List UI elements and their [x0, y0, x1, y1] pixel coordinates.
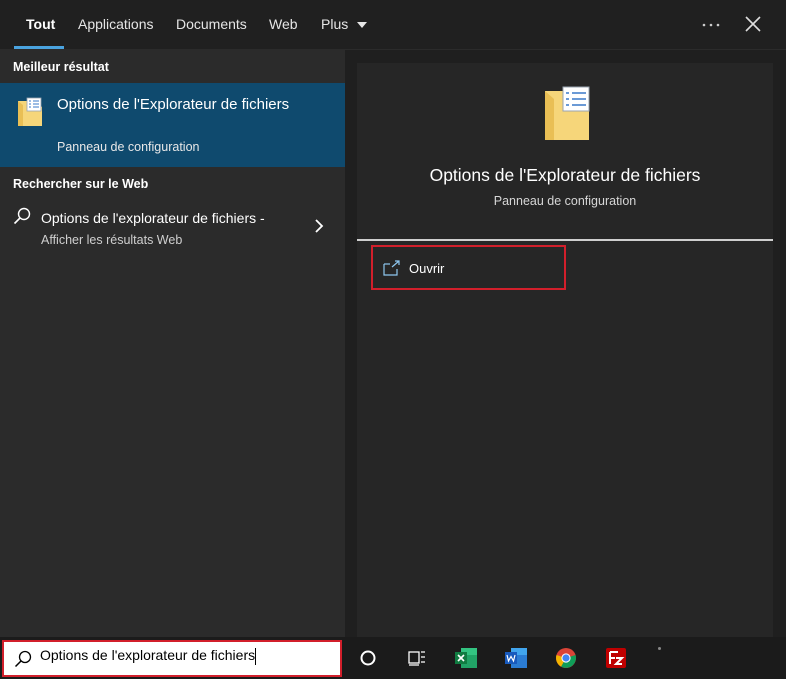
cortana-button[interactable] — [348, 637, 388, 679]
results-panel: Meilleur résultat Options de l'Explorate… — [0, 50, 345, 640]
web-result-title: Options de l'explorateur de fichiers - — [41, 210, 265, 226]
chrome-icon — [556, 648, 576, 668]
filezilla-icon — [606, 648, 626, 668]
divider — [357, 239, 773, 241]
task-view-button[interactable] — [397, 637, 437, 679]
tab-all[interactable]: Tout — [26, 0, 55, 50]
tab-documents[interactable]: Documents — [176, 0, 247, 50]
close-icon[interactable] — [742, 13, 764, 35]
word-icon — [505, 648, 527, 668]
chrome-button[interactable] — [546, 637, 586, 679]
search-filter-bar: Tout Applications Documents Web Plus — [0, 0, 786, 50]
tab-web[interactable]: Web — [269, 0, 298, 50]
excel-button[interactable] — [446, 637, 486, 679]
word-button[interactable] — [496, 637, 536, 679]
folder-options-icon — [545, 86, 590, 140]
folder-options-icon — [18, 97, 42, 126]
web-result-subtitle: Afficher les résultats Web — [41, 233, 183, 247]
taskbar: Options de l'explorateur de fichiers — [0, 637, 786, 679]
open-label: Ouvrir — [409, 261, 445, 276]
preview-subtitle: Panneau de configuration — [493, 194, 637, 208]
task-view-icon — [408, 651, 425, 666]
open-icon — [383, 260, 400, 276]
taskbar-search-box[interactable]: Options de l'explorateur de fichiers — [2, 640, 342, 677]
web-search-heading: Rechercher sur le Web — [13, 177, 149, 191]
search-icon — [13, 207, 31, 225]
taskbar-indicator — [658, 647, 661, 650]
text-caret — [255, 647, 257, 665]
best-result-heading: Meilleur résultat — [13, 60, 109, 74]
search-input-value: Options de l'explorateur de fichiers — [40, 647, 256, 663]
preview-title: Options de l'Explorateur de fichiers — [429, 165, 701, 185]
excel-icon — [455, 648, 477, 668]
best-result-title: Options de l'Explorateur de fichiers — [57, 96, 290, 113]
filezilla-button[interactable] — [596, 637, 636, 679]
tab-more[interactable]: Plus — [321, 0, 368, 50]
chevron-down-icon — [357, 22, 368, 29]
search-icon — [14, 650, 32, 668]
search-input[interactable]: Options de l'explorateur de fichiers — [40, 647, 336, 671]
open-button[interactable]: Ouvrir — [371, 245, 566, 290]
web-result-item[interactable]: Options de l'explorateur de fichiers - A… — [0, 201, 345, 251]
tab-more-label: Plus — [321, 16, 349, 32]
preview-panel: Options de l'Explorateur de fichiers Pan… — [357, 63, 773, 637]
best-result-subtitle: Panneau de configuration — [57, 140, 200, 154]
best-result-item[interactable]: Options de l'Explorateur de fichiers Pan… — [0, 83, 345, 167]
tab-applications[interactable]: Applications — [78, 0, 154, 50]
more-options-icon[interactable] — [700, 14, 722, 36]
active-tab-indicator — [14, 46, 64, 49]
cortana-icon — [360, 650, 376, 666]
chevron-right-icon[interactable] — [313, 218, 325, 234]
